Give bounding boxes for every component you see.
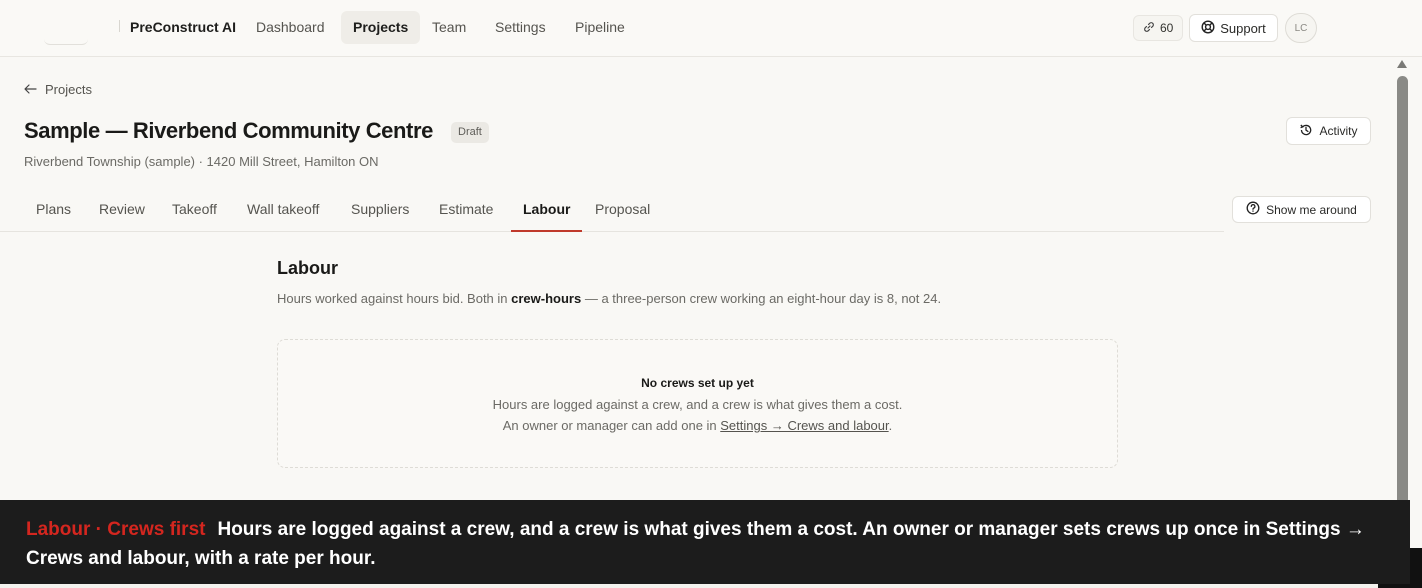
caption-overlay: Labour · Crews first Hours are logged aga…: [0, 500, 1410, 584]
page-title: Sample — Riverbend Community Centre: [24, 118, 433, 143]
tab-labour[interactable]: Labour: [511, 192, 583, 232]
tab-review[interactable]: Review: [87, 192, 157, 232]
empty-state-text-prefix: An owner or manager can add one in: [502, 418, 721, 434]
credits-counter[interactable]: 60: [1133, 15, 1184, 41]
empty-state-text-2: An owner or manager can add one in Setti…: [278, 419, 1117, 433]
lifebuoy-icon: [1201, 19, 1215, 37]
empty-state-title: No crews set up yet: [641, 376, 754, 390]
support-button[interactable]: Support: [1189, 14, 1278, 42]
tab-plans[interactable]: Plans: [24, 192, 83, 232]
show-me-around-button[interactable]: Show me around: [1232, 196, 1371, 223]
avatar[interactable]: LC: [1285, 13, 1317, 43]
project-tabs: Plans Review Takeoff Wall takeoff Suppli…: [0, 192, 1224, 232]
scroll-up-arrow-icon[interactable]: [1397, 60, 1407, 68]
caption-sliver: [0, 584, 1378, 588]
arrow-left-icon: [24, 82, 37, 97]
link-icon: [1143, 21, 1155, 36]
caption-tag: Labour · Crews first: [26, 519, 206, 540]
support-label: Support: [1220, 20, 1266, 36]
tab-takeoff[interactable]: Takeoff: [160, 192, 229, 232]
nav-item-team[interactable]: Team: [420, 11, 478, 44]
tab-wall-takeoff[interactable]: Wall takeoff: [235, 192, 331, 232]
top-nav: PreConstruct AI Dashboard Projects Team …: [0, 0, 1422, 57]
section-description: Hours worked against hours bid. Both in …: [277, 291, 941, 306]
history-icon: [1299, 123, 1313, 140]
nav-item-projects[interactable]: Projects: [341, 11, 421, 44]
section-title: Labour: [277, 258, 338, 278]
empty-state-text: Hours are logged against a crew, and a c…: [492, 397, 903, 412]
nav-item-pipeline[interactable]: Pipeline: [563, 11, 637, 44]
back-to-projects-link[interactable]: Projects: [24, 82, 92, 97]
nav-item-settings[interactable]: Settings: [483, 11, 558, 44]
nav-item-dashboard[interactable]: Dashboard: [244, 11, 337, 44]
tab-proposal[interactable]: Proposal: [583, 192, 662, 232]
desc-emphasis: crew-hours: [511, 291, 582, 306]
activity-label: Activity: [1319, 124, 1358, 138]
logo-icon[interactable]: [44, 33, 88, 45]
desc-text: Hours worked against hours bid. Both in: [277, 291, 512, 306]
tour-label: Show me around: [1266, 202, 1357, 217]
crews-settings-link[interactable]: Settings → Crews and labour: [720, 418, 888, 433]
empty-state-text-suffix: .: [888, 418, 893, 434]
credits-value: 60: [1160, 21, 1174, 35]
project-address: Riverbend Township (sample) · 1420 Mill …: [24, 154, 379, 169]
activity-button[interactable]: Activity: [1286, 117, 1371, 145]
tab-estimate[interactable]: Estimate: [427, 192, 505, 232]
scrollbar-thumb[interactable]: [1397, 76, 1408, 506]
help-circle-icon: [1246, 201, 1260, 218]
divider: [119, 20, 120, 32]
brand-name[interactable]: PreConstruct AI: [130, 19, 236, 35]
desc-text-end: — a three-person crew working an eight-h…: [581, 291, 942, 306]
back-link-label: Projects: [45, 82, 92, 97]
caption-text: Hours are logged against a crew, and a c…: [26, 519, 1365, 569]
status-badge: Draft: [451, 122, 489, 143]
tab-suppliers[interactable]: Suppliers: [339, 192, 421, 232]
empty-state-card: No crews set up yet Hours are logged aga…: [277, 339, 1118, 468]
